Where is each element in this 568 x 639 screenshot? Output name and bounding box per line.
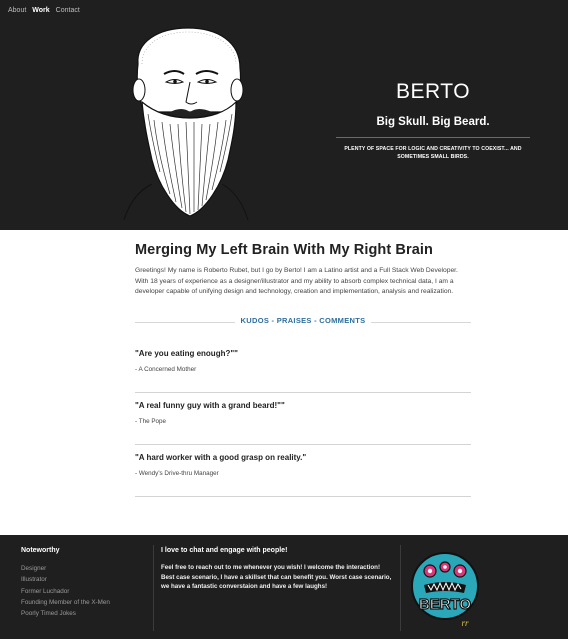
- footer-divider: [400, 545, 401, 631]
- quote-item: "A real funny guy with a grand beard!"" …: [135, 393, 471, 446]
- badge-subtext: rr: [461, 618, 469, 628]
- hero-text-block: BERTO Big Skull. Big Beard. PLENTY OF SP…: [336, 80, 530, 161]
- intro-paragraph: Greetings! My name is Roberto Rubet, but…: [135, 267, 458, 296]
- kudos-divider: KUDOS - PRAISES - COMMENTS: [135, 315, 471, 329]
- chat-section: I love to chat and engage with people! F…: [161, 547, 393, 592]
- quote-text: "Are you eating enough?"": [135, 349, 238, 359]
- divider-line-right: [371, 322, 471, 324]
- site-footer: Noteworthy Designer Illustrator Former L…: [0, 535, 568, 639]
- badge-text: BERTO: [419, 596, 472, 613]
- hero-banner: About Work Contact BERTO Big Skull. Big …: [0, 0, 568, 230]
- noteworthy-item: Illustrator: [21, 576, 47, 584]
- kudos-label: KUDOS - PRAISES - COMMENTS: [240, 316, 366, 326]
- noteworthy-list: Designer Illustrator Former Luchador Fou…: [21, 563, 146, 619]
- noteworthy-title: Noteworthy: [21, 547, 60, 554]
- top-nav: About Work Contact: [8, 7, 80, 14]
- noteworthy-item: Former Luchador: [21, 587, 70, 595]
- quote-author: - A Concerned Mother: [135, 366, 197, 374]
- nav-contact-link[interactable]: Contact: [56, 7, 80, 14]
- hero-tagline: Big Skull. Big Beard.: [336, 116, 530, 138]
- quote-text: "A real funny guy with a grand beard!"": [135, 401, 285, 411]
- nav-work-link[interactable]: Work: [32, 7, 49, 14]
- quote-author: - The Pope: [135, 418, 167, 426]
- bearded-man-portrait-icon: [123, 27, 249, 220]
- noteworthy-item: Designer: [21, 565, 47, 572]
- quote-item: "A hard worker with a good grasp on real…: [135, 445, 471, 498]
- noteworthy-section: Noteworthy Designer Illustrator Former L…: [21, 547, 146, 619]
- noteworthy-item: Poorly Timed Jokes: [21, 610, 76, 618]
- quote-text: "A hard worker with a good grasp on real…: [135, 453, 307, 463]
- main-content: Merging My Left Brain With My Right Brai…: [135, 242, 471, 498]
- chat-title: I love to chat and engage with people!: [161, 547, 288, 554]
- quote-author: - Wendy's Drive-thru Manager: [135, 470, 219, 478]
- quotes-list: "Are you eating enough?"" - A Concerned …: [135, 341, 471, 498]
- hero-subtitle: PLENTY OF SPACE FOR LOGIC AND CREATIVITY…: [344, 146, 522, 160]
- quote-item: "Are you eating enough?"" - A Concerned …: [135, 341, 471, 394]
- noteworthy-item: Founding Member of the X-Men: [21, 598, 110, 606]
- monster-logo-icon: BERTO rr: [411, 552, 479, 628]
- hero-name: BERTO: [395, 80, 471, 103]
- nav-about-link[interactable]: About: [8, 7, 26, 14]
- footer-divider: [153, 545, 154, 631]
- chat-body: Feel free to reach out to me whenever yo…: [161, 564, 392, 591]
- page-title: Merging My Left Brain With My Right Brai…: [135, 242, 433, 258]
